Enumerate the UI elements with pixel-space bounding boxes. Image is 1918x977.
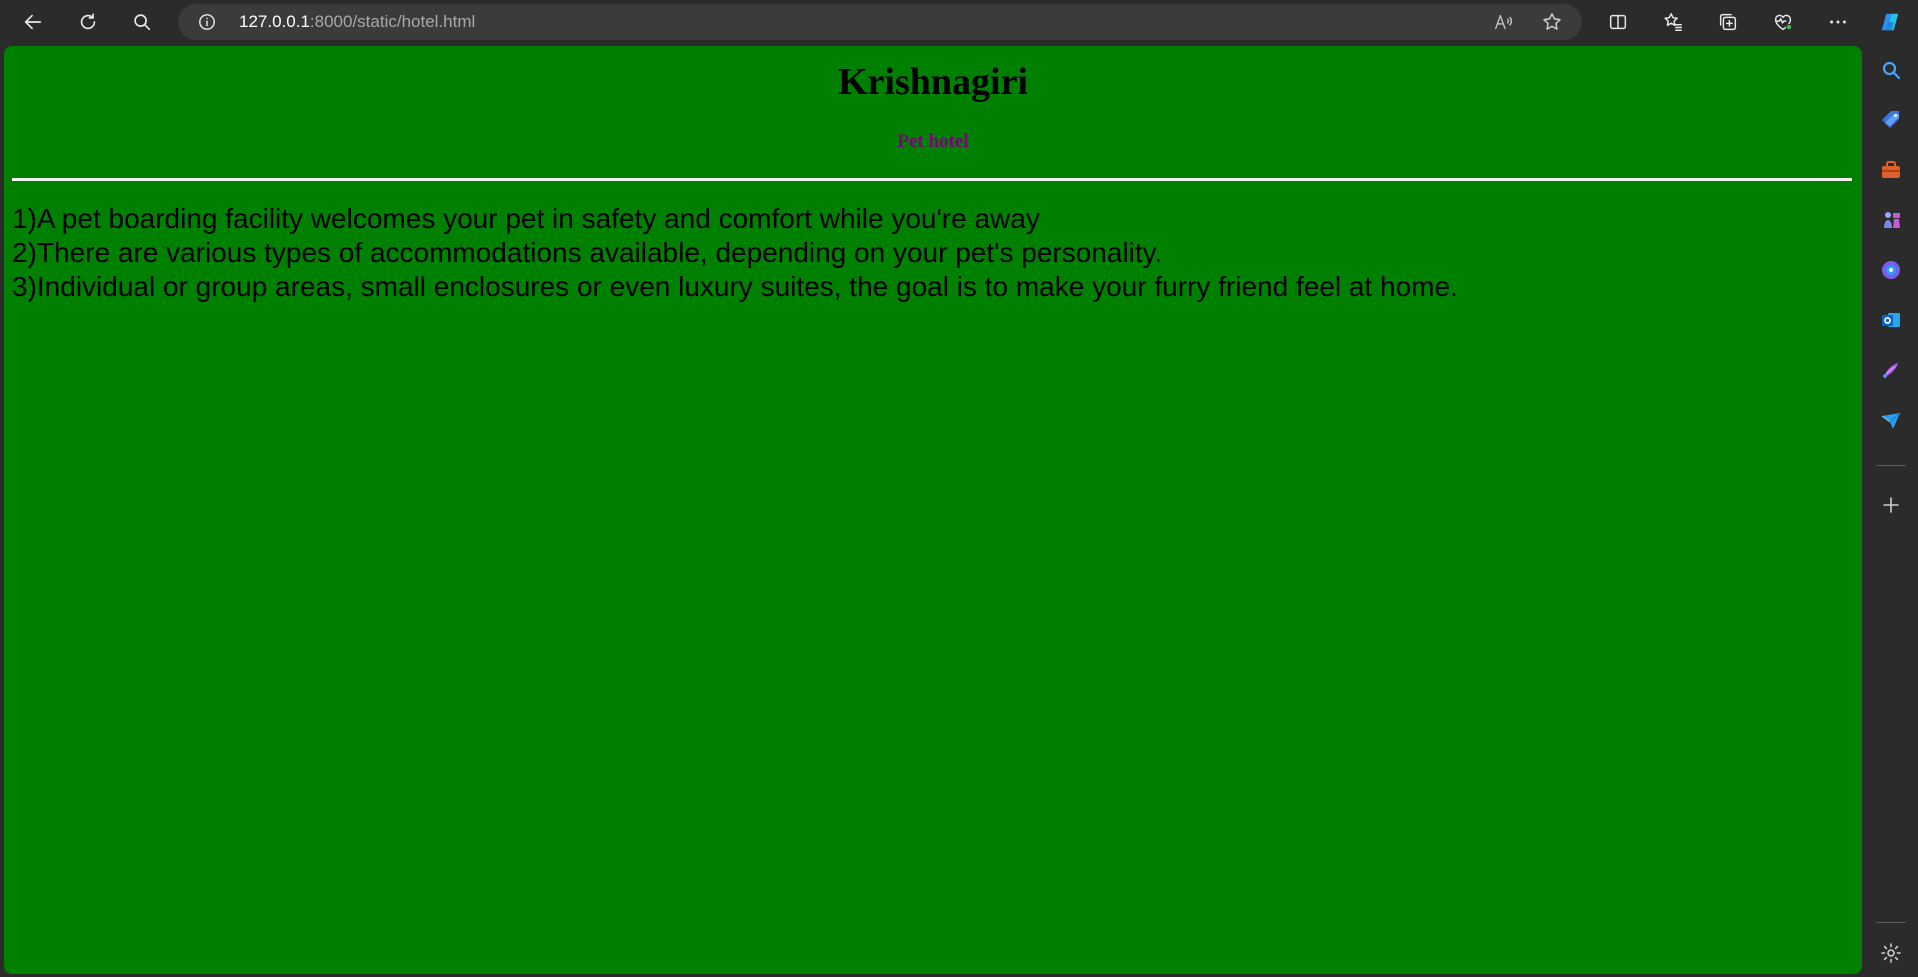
sidebar-divider-bottom	[1876, 922, 1906, 923]
site-info-icon[interactable]	[198, 13, 216, 31]
sidebar-games-button[interactable]	[1873, 202, 1909, 238]
list-item: 1)A pet boarding facility welcomes your …	[12, 203, 1040, 234]
split-screen-button[interactable]	[1600, 5, 1636, 39]
list-item: 2)There are various types of accommodati…	[12, 237, 1163, 268]
sidebar-designer-button[interactable]	[1873, 352, 1909, 388]
search-icon	[1882, 61, 1901, 80]
back-button[interactable]	[15, 5, 51, 39]
list-item: 3)Individual or group areas, small enclo…	[12, 271, 1458, 302]
page-title: Krishnagiri	[837, 61, 1029, 103]
more-options-button[interactable]	[1820, 5, 1856, 39]
address-bar[interactable]: 127.0.0.1:8000/static/hotel.html	[178, 4, 1582, 40]
favorites-button[interactable]	[1655, 5, 1691, 39]
refresh-button[interactable]	[70, 5, 106, 39]
url-path: :8000/static/hotel.html	[309, 12, 476, 31]
browser-essentials-icon	[1774, 14, 1793, 31]
tools-icon	[1882, 161, 1900, 178]
collections-button[interactable]	[1710, 5, 1746, 39]
read-aloud-button[interactable]	[1488, 7, 1520, 37]
favorite-star-icon	[1543, 13, 1561, 30]
address-url[interactable]: 127.0.0.1:8000/static/hotel.html	[239, 12, 475, 32]
sidebar-tools-button[interactable]	[1873, 152, 1909, 188]
search-button[interactable]	[124, 5, 160, 39]
horizontal-rule	[12, 178, 1852, 181]
read-aloud-icon	[1495, 14, 1513, 30]
sidebar-copilot-app-button[interactable]	[1873, 252, 1909, 288]
add-icon	[1883, 497, 1899, 513]
split-screen-icon	[1609, 14, 1627, 30]
more-options-icon	[1830, 20, 1846, 24]
collections-icon	[1719, 13, 1737, 31]
page-viewport: Krishnagiri Pet hotel 1)A pet boarding f…	[4, 46, 1862, 974]
favorites-icon	[1664, 13, 1682, 31]
page-subtitle: Pet hotel	[897, 131, 969, 152]
designer-icon	[1883, 363, 1898, 378]
search-icon	[134, 14, 151, 31]
copilot-button[interactable]	[1872, 5, 1908, 39]
sidebar-search-button[interactable]	[1873, 52, 1909, 88]
sidebar-divider	[1876, 465, 1906, 466]
copilot-app-icon	[1882, 261, 1900, 279]
sidebar-send-button[interactable]	[1873, 402, 1909, 438]
sidebar-outlook-button[interactable]	[1873, 302, 1909, 338]
browser-sidebar	[1864, 44, 1918, 977]
games-icon	[1884, 212, 1900, 228]
browser-toolbar: 127.0.0.1:8000/static/hotel.html	[0, 0, 1918, 44]
shopping-tag-icon	[1882, 111, 1899, 128]
sidebar-shopping-button[interactable]	[1873, 102, 1909, 138]
sidebar-add-button[interactable]	[1873, 487, 1909, 523]
back-icon	[24, 14, 42, 30]
outlook-icon	[1882, 313, 1900, 327]
copilot-icon	[1881, 13, 1899, 31]
refresh-icon	[80, 13, 96, 30]
url-host: 127.0.0.1	[239, 12, 310, 31]
send-icon	[1881, 412, 1901, 429]
sidebar-settings-button[interactable]	[1873, 935, 1909, 971]
info-list: 1)A pet boarding facility welcomes your …	[12, 202, 1458, 304]
add-favorite-button[interactable]	[1536, 7, 1568, 37]
settings-icon	[1881, 943, 1901, 963]
browser-essentials-button[interactable]	[1765, 5, 1801, 39]
